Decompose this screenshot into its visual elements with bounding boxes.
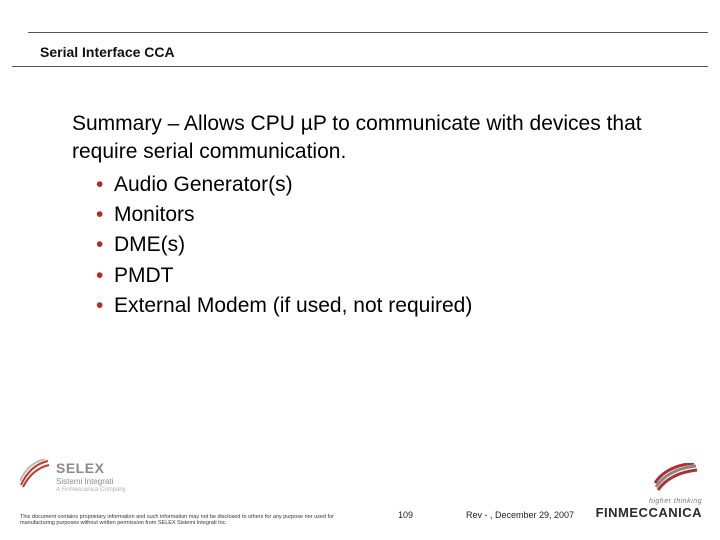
list-item: Monitors [96,201,680,229]
disclaimer-text: This document contains proprietary infor… [20,514,350,526]
logo-right-row [596,463,702,496]
list-item: DME(s) [96,231,680,259]
bullet-text: Audio Generator(s) [114,173,293,196]
streaks-icon [20,459,50,494]
list-item: Audio Generator(s) [96,171,680,199]
rule-bottom [12,66,708,67]
bullet-text: External Modem (if used, not required) [114,294,472,317]
logo-right-name: FINMECCANICA [596,505,702,520]
logo-selex: SELEX Sistemi Integrati A Finmeccanica C… [20,459,126,494]
streaks-icon [654,463,698,496]
content-area: Summary – Allows CPU µP to communicate w… [72,110,680,322]
list-item: External Modem (if used, not required) [96,292,680,320]
rule-top [28,32,708,33]
logo-text-block: SELEX Sistemi Integrati A Finmeccanica C… [56,460,126,493]
list-item: PMDT [96,262,680,290]
slide-title: Serial Interface CCA [40,44,175,60]
logo-brand: SELEX [56,460,126,476]
bullet-text: PMDT [114,264,174,287]
summary-text: Summary – Allows CPU µP to communicate w… [72,110,680,167]
logo-sub: Sistemi Integrati [56,477,126,486]
logo-sub2: A Finmeccanica Company [56,487,126,493]
logo-finmeccanica: higher thinking FINMECCANICA [596,463,702,520]
bullet-list: Audio Generator(s) Monitors DME(s) PMDT … [96,171,680,321]
revision-text: Rev - , December 29, 2007 [466,510,574,520]
bullet-text: DME(s) [114,233,185,256]
slide: Serial Interface CCA Summary – Allows CP… [0,0,720,540]
bullet-text: Monitors [114,203,195,226]
logo-right-tagline: higher thinking [596,498,702,505]
page-number: 109 [398,510,413,520]
